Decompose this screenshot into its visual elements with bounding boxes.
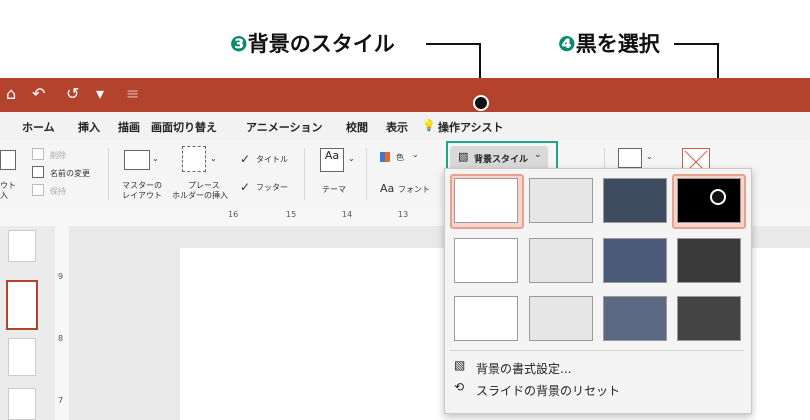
menu-separator xyxy=(450,350,744,351)
preserve-icon xyxy=(32,184,44,196)
ruler-tick: 14 xyxy=(342,210,353,219)
ribbon-tabs: ホーム 挿入 描画 画面切り替え アニメーション 校閲 表示 💡 操作アシスト xyxy=(0,112,810,140)
background-style-swatch[interactable] xyxy=(454,296,518,341)
ruler-tick: 13 xyxy=(398,210,409,219)
callout-number-3: ❸ xyxy=(230,32,248,56)
leader-line-4 xyxy=(674,43,718,45)
callout-dot-3 xyxy=(473,95,489,111)
menu-item-reset-background[interactable]: スライドの背景のリセット xyxy=(476,382,620,399)
background-style-swatch[interactable] xyxy=(603,296,667,341)
lightbulb-icon: 💡 xyxy=(422,119,436,132)
tab-draw[interactable]: 描画 xyxy=(118,119,140,135)
delete-icon xyxy=(32,148,44,160)
background-style-swatch[interactable] xyxy=(603,238,667,283)
layout-icon[interactable] xyxy=(0,150,16,170)
ruler-tick: 15 xyxy=(286,210,297,219)
placeholder-icon[interactable] xyxy=(182,146,206,172)
slide-thumbnail-selected[interactable] xyxy=(6,280,38,330)
slide-thumbnail[interactable] xyxy=(8,338,36,376)
separator xyxy=(366,148,367,200)
callout-background-style: ❸背景のスタイル xyxy=(230,28,395,58)
font-icon: Aa xyxy=(380,182,395,195)
slide-size-icon[interactable] xyxy=(618,148,642,168)
home-icon[interactable]: ⌂ xyxy=(6,84,16,103)
slide-size-chevron: ⌄ xyxy=(646,152,653,161)
master-layout-label-2: レイアウト xyxy=(122,191,162,200)
color-button[interactable]: 色 xyxy=(396,152,404,163)
placeholder-label-2: ホルダーの挿入 xyxy=(172,191,228,200)
title-checkbox-icon[interactable]: ✓ xyxy=(240,152,250,166)
background-style-swatch[interactable] xyxy=(529,238,593,283)
format-background-icon: ▧ xyxy=(454,358,466,372)
reset-background-icon: ⟲ xyxy=(454,380,465,394)
placeholder-chevron: ⌄ xyxy=(210,154,217,163)
theme-chevron: ⌄ xyxy=(348,154,355,163)
preserve-button[interactable]: 保持 xyxy=(50,186,66,197)
color-chevron: ⌄ xyxy=(412,150,419,159)
separator xyxy=(108,148,109,200)
separator xyxy=(304,148,305,200)
slide-thumbnail-pane xyxy=(0,226,55,420)
tab-transitions[interactable]: 画面切り替え xyxy=(151,119,217,135)
tab-home[interactable]: ホーム xyxy=(22,119,55,135)
ruler-tick: 16 xyxy=(228,210,239,219)
vruler-tick: 7 xyxy=(58,396,64,405)
callout-text-4: 黒を選択 xyxy=(575,32,660,56)
rename-button[interactable]: 名前の変更 xyxy=(50,168,90,179)
background-style-swatch[interactable] xyxy=(677,296,741,341)
background-style-swatch[interactable] xyxy=(454,238,518,283)
slide-thumbnail[interactable] xyxy=(8,388,36,420)
tab-review[interactable]: 校閲 xyxy=(346,119,368,135)
master-layout-icon[interactable] xyxy=(124,150,150,170)
slide-thumbnail[interactable] xyxy=(8,230,36,262)
master-layout-chevron: ⌄ xyxy=(152,154,159,163)
title-checkbox-label: タイトル xyxy=(256,155,288,164)
vruler-tick: 9 xyxy=(58,272,64,281)
callout-dot-4 xyxy=(710,189,726,205)
vertical-ruler: 9 8 7 xyxy=(55,226,70,420)
callout-text-3: 背景のスタイル xyxy=(247,32,395,56)
color-icon[interactable] xyxy=(380,152,390,162)
vruler-tick: 8 xyxy=(58,334,64,343)
font-button[interactable]: フォント xyxy=(398,184,430,195)
background-style-swatch[interactable] xyxy=(529,178,593,223)
footer-checkbox-icon[interactable]: ✓ xyxy=(240,180,250,194)
background-style-swatch[interactable] xyxy=(677,178,741,223)
tab-tell-me[interactable]: 操作アシスト xyxy=(438,119,504,135)
title-bar: ⌂ ↶ ↺ ▾ ≡ xyxy=(0,78,810,112)
redo-icon[interactable]: ↺ xyxy=(66,84,79,103)
callout-number-4: ❹ xyxy=(558,32,576,56)
tab-insert[interactable]: 挿入 xyxy=(78,119,100,135)
format-painter-icon[interactable]: ▾ xyxy=(96,84,104,103)
callout-select-black: ❹黒を選択 xyxy=(558,28,660,58)
background-style-swatch[interactable] xyxy=(603,178,667,223)
undo-icon[interactable]: ↶ xyxy=(32,84,45,103)
layout-label-2: 入 xyxy=(0,191,8,200)
background-style-swatch[interactable] xyxy=(454,178,518,223)
footer-checkbox-label: フッター xyxy=(256,183,288,192)
leader-line-3 xyxy=(426,43,480,45)
theme-icon[interactable]: Aa xyxy=(320,148,344,172)
background-style-swatch[interactable] xyxy=(677,238,741,283)
tab-view[interactable]: 表示 xyxy=(386,119,408,135)
tab-animations[interactable]: アニメーション xyxy=(246,119,323,135)
theme-icon-text: Aa xyxy=(324,149,340,162)
background-style-swatch[interactable] xyxy=(529,296,593,341)
rename-icon xyxy=(32,166,44,178)
theme-label: テーマ xyxy=(322,185,346,194)
customize-toolbar-icon[interactable]: ≡ xyxy=(126,84,139,103)
menu-item-format-background[interactable]: 背景の書式設定... xyxy=(476,360,571,377)
delete-button[interactable]: 削除 xyxy=(50,150,66,161)
